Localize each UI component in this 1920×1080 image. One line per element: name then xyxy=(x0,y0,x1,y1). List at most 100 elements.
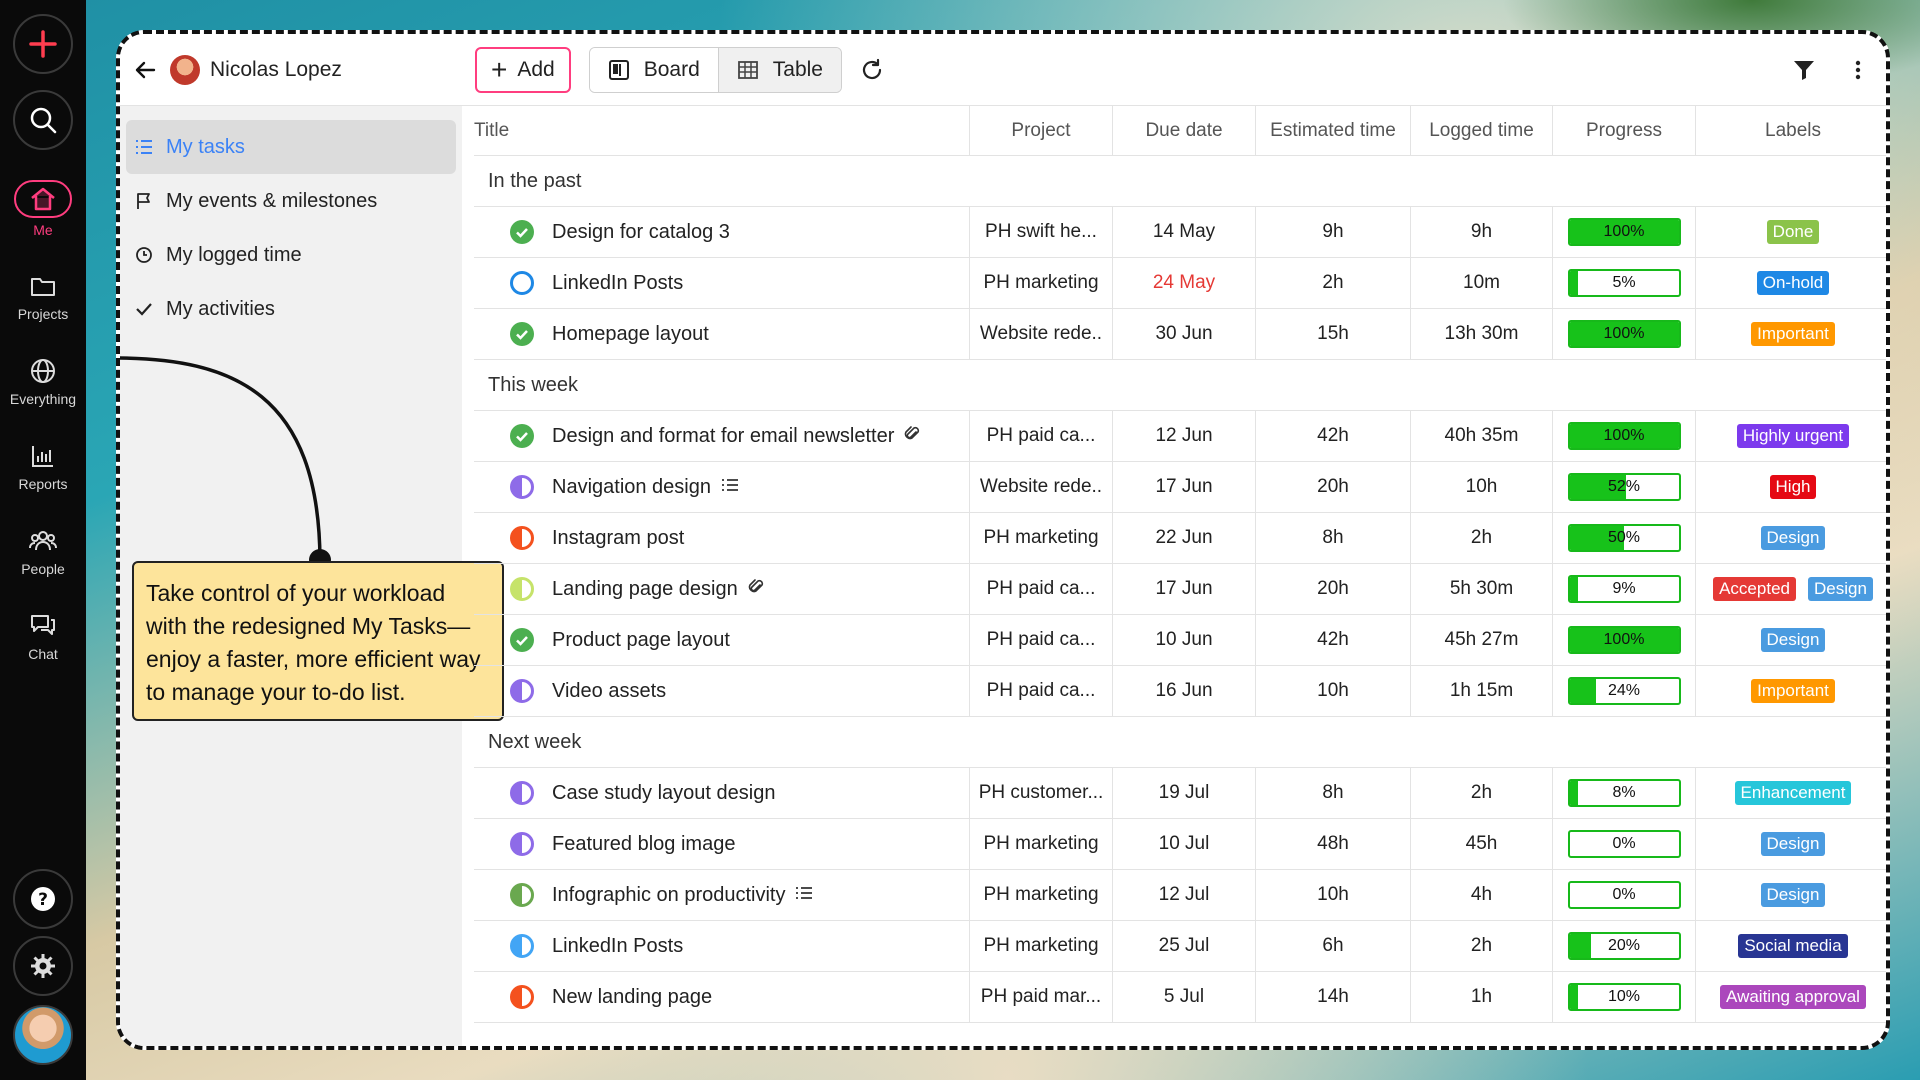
task-title-cell[interactable]: Product page layout xyxy=(474,615,970,665)
labels-cell: Done xyxy=(1696,207,1886,257)
column-estimated-time[interactable]: Estimated time xyxy=(1256,106,1411,155)
estimated-time-cell: 42h xyxy=(1256,615,1411,665)
table-row[interactable]: Design and format for email newsletter PH… xyxy=(474,411,1886,462)
task-status-icon[interactable] xyxy=(510,475,534,499)
column-due-date[interactable]: Due date xyxy=(1113,106,1256,155)
table-row[interactable]: LinkedIn Posts PH marketing 25 Jul 6h 2h 20% S… xyxy=(474,921,1886,972)
search-button[interactable] xyxy=(13,90,73,150)
rail-item-me[interactable]: Me xyxy=(0,180,86,238)
table-row[interactable]: Navigation design Website rede.. 17 Jun 20h… xyxy=(474,462,1886,513)
task-title-cell[interactable]: Navigation design xyxy=(474,462,970,512)
sidebar-item-my-tasks[interactable]: My tasks xyxy=(126,120,456,174)
user-avatar[interactable] xyxy=(13,1005,73,1065)
column-title[interactable]: Title xyxy=(474,106,970,155)
table-row[interactable]: Product page layout PH paid ca... 10 Jun 42… xyxy=(474,615,1886,666)
column-labels[interactable]: Labels xyxy=(1696,106,1886,155)
rail-item-projects[interactable]: Projects xyxy=(0,272,86,322)
filter-icon[interactable] xyxy=(1792,58,1816,82)
task-status-icon[interactable] xyxy=(510,883,534,907)
task-title-cell[interactable]: Case study layout design xyxy=(474,768,970,818)
rail-item-reports[interactable]: Reports xyxy=(0,442,86,492)
sidebar-item-activities[interactable]: My activities xyxy=(126,282,456,336)
sidebar-header: Nicolas Lopez xyxy=(120,34,462,106)
table-row[interactable]: Landing page design PH paid ca... 17 Jun 20… xyxy=(474,564,1886,615)
label-badge[interactable]: Awaiting approval xyxy=(1720,985,1866,1009)
label-badge[interactable]: Design xyxy=(1807,577,1873,601)
table-row[interactable]: Instagram post PH marketing 22 Jun 8h 2h 50% D… xyxy=(474,513,1886,564)
column-progress[interactable]: Progress xyxy=(1553,106,1696,155)
sidebar: Nicolas Lopez My tasks My events & miles… xyxy=(120,34,504,1046)
label-badge[interactable]: On-hold xyxy=(1756,271,1830,295)
rail-item-people[interactable]: People xyxy=(0,527,86,577)
table-label: Table xyxy=(772,57,823,81)
task-status-icon[interactable] xyxy=(510,577,534,601)
gear-icon xyxy=(31,954,55,978)
task-title-cell[interactable]: Landing page design xyxy=(474,564,970,614)
add-button[interactable]: + Add xyxy=(475,46,571,93)
task-status-icon[interactable] xyxy=(510,832,534,856)
completed-status-icon[interactable] xyxy=(510,322,534,346)
table-row[interactable]: Homepage layout Website rede.. 30 Jun 15h 13… xyxy=(474,309,1886,360)
label-badge[interactable]: Important xyxy=(1751,322,1835,346)
board-view-button[interactable]: Board xyxy=(589,47,718,92)
completed-status-icon[interactable] xyxy=(510,220,534,244)
task-status-icon[interactable] xyxy=(510,934,534,958)
back-arrow-icon[interactable] xyxy=(134,59,156,81)
labels-group: Done xyxy=(1766,220,1820,244)
task-title: Homepage layout xyxy=(552,322,709,345)
label-badge[interactable]: Enhancement xyxy=(1734,781,1852,805)
task-title-cell[interactable]: New landing page xyxy=(474,972,970,1022)
create-button[interactable] xyxy=(13,14,73,74)
label-badge[interactable]: Done xyxy=(1766,220,1820,244)
table-row[interactable]: Case study layout design PH customer... 19… xyxy=(474,768,1886,819)
project-cell: Website rede.. xyxy=(970,462,1113,512)
due-date-cell: 30 Jun xyxy=(1113,309,1256,359)
user-name: Nicolas Lopez xyxy=(210,57,342,81)
refresh-icon[interactable] xyxy=(860,58,884,82)
label-badge[interactable]: Important xyxy=(1751,679,1835,703)
more-vertical-icon[interactable] xyxy=(1846,58,1870,82)
rail-item-everything[interactable]: Everything xyxy=(0,357,86,407)
label-badge[interactable]: Design xyxy=(1760,832,1826,856)
table-view-button[interactable]: Table xyxy=(717,47,841,92)
task-title-cell[interactable]: Design and format for email newsletter xyxy=(474,411,970,461)
label-badge[interactable]: Design xyxy=(1760,526,1826,550)
task-title: LinkedIn Posts xyxy=(552,271,684,294)
task-status-icon[interactable] xyxy=(510,679,534,703)
completed-status-icon[interactable] xyxy=(510,628,534,652)
label-badge[interactable]: Accepted xyxy=(1713,577,1796,601)
task-title-cell[interactable]: Video assets xyxy=(474,666,970,716)
sidebar-item-events[interactable]: My events & milestones xyxy=(126,174,456,228)
label-badge[interactable]: Social media xyxy=(1738,934,1848,958)
table-row[interactable]: Infographic on productivity PH marketing 1… xyxy=(474,870,1886,921)
task-status-icon[interactable] xyxy=(510,526,534,550)
task-status-icon[interactable] xyxy=(510,271,534,295)
label-badge[interactable]: Highly urgent xyxy=(1736,424,1850,448)
task-title-cell[interactable]: Featured blog image xyxy=(474,819,970,869)
label-badge[interactable]: High xyxy=(1769,475,1817,499)
table-row[interactable]: New landing page PH paid mar... 5 Jul 14h 1h… xyxy=(474,972,1886,1023)
attachment-icon xyxy=(748,578,764,601)
task-status-icon[interactable] xyxy=(510,781,534,805)
table-row[interactable]: Video assets PH paid ca... 16 Jun 10h 1h 15m… xyxy=(474,666,1886,717)
task-title-cell[interactable]: LinkedIn Posts xyxy=(474,258,970,308)
help-button[interactable]: ? xyxy=(13,869,73,929)
table-row[interactable]: LinkedIn Posts PH marketing 24 May 2h 10m 5% O… xyxy=(474,258,1886,309)
completed-status-icon[interactable] xyxy=(510,424,534,448)
table-row[interactable]: Design for catalog 3 PH swift he... 14 May… xyxy=(474,207,1886,258)
task-title: Case study layout design xyxy=(552,781,776,804)
task-title-cell[interactable]: Homepage layout xyxy=(474,309,970,359)
rail-item-chat[interactable]: Chat xyxy=(0,612,86,662)
task-status-icon[interactable] xyxy=(510,985,534,1009)
label-badge[interactable]: Design xyxy=(1760,628,1826,652)
sidebar-item-logged-time[interactable]: My logged time xyxy=(126,228,456,282)
task-title-cell[interactable]: LinkedIn Posts xyxy=(474,921,970,971)
settings-button[interactable] xyxy=(13,936,73,996)
column-logged-time[interactable]: Logged time xyxy=(1411,106,1553,155)
column-project[interactable]: Project xyxy=(970,106,1113,155)
task-title-cell[interactable]: Infographic on productivity xyxy=(474,870,970,920)
task-title-cell[interactable]: Design for catalog 3 xyxy=(474,207,970,257)
label-badge[interactable]: Design xyxy=(1760,883,1826,907)
table-row[interactable]: Featured blog image PH marketing 10 Jul 48h… xyxy=(474,819,1886,870)
task-title-cell[interactable]: Instagram post xyxy=(474,513,970,563)
